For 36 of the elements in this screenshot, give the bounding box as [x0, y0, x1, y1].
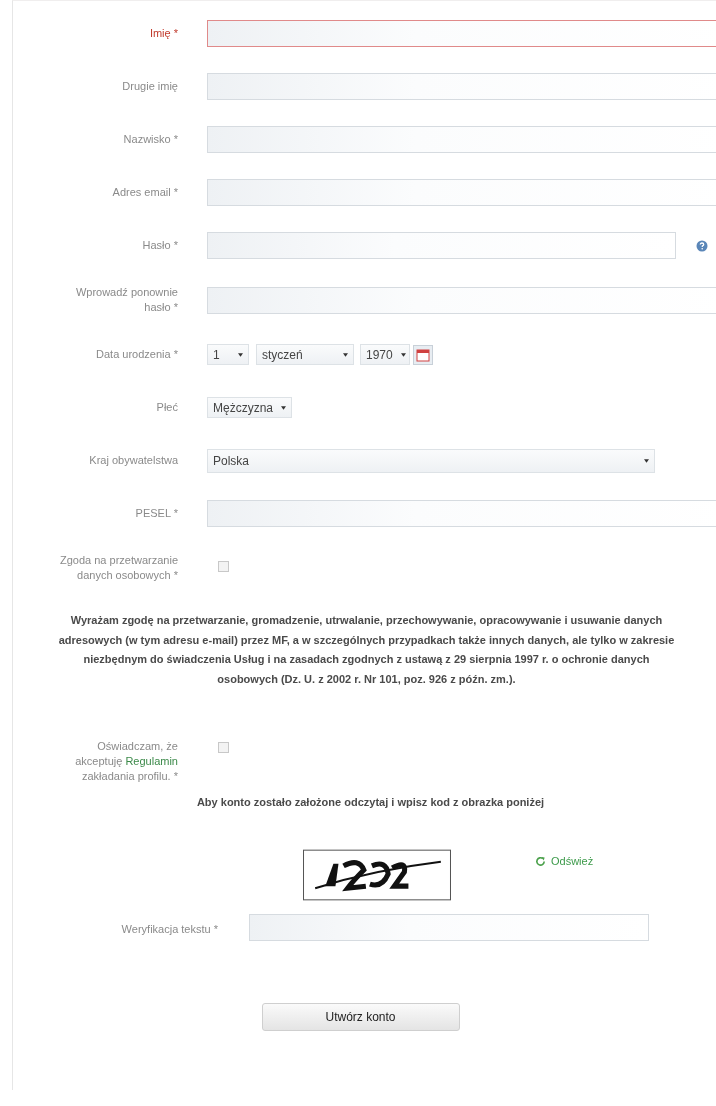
field-label: PESEL *: [134, 506, 178, 521]
checkbox[interactable]: [218, 742, 229, 753]
month-select[interactable]: styczeń: [256, 344, 354, 365]
caret-icon: [343, 352, 348, 357]
caret-icon: [400, 352, 406, 357]
year-select[interactable]: 1970: [360, 344, 410, 365]
help-icon[interactable]: [696, 239, 708, 252]
caret-icon: [238, 352, 243, 357]
field-label: Weryfikacja tekstu *: [120, 922, 218, 937]
field-label: Wprowadź ponownie hasło *: [74, 285, 178, 315]
consent-text: Wyrażam zgodę na przetwarzanie, gromadzenie, utrwalanie, przechowywanie, opracowywanie i usuwanie danych adresowych (w tym adresu e-mail) przez MF, a w szczególnych przypadkach także innych danych, ale tylko w zakresie niezbędnym do świadczenia Usług i na zasadach zgodnych z ustawą z 29 sierpnia 1997 r. o ochronie danych osobowych (Dz. U. z 2002 r. Nr 101, poz. 926 z późn. zm.).: [57, 613, 676, 687]
field-label: Drugie imię: [121, 79, 178, 94]
terms-label: Oświadczam, że akceptuję Regulamin zakładania profilu. *: [74, 739, 178, 784]
field-label: Nazwisko *: [122, 132, 178, 147]
field-label: Kraj obywatelstwa: [88, 453, 178, 468]
dropdown[interactable]: Mężczyzna: [207, 397, 293, 418]
field-label: Zgoda na przetwarzanie danych osobowych *: [59, 553, 178, 583]
dropdown[interactable]: Polska: [207, 448, 655, 473]
field-label: Płeć: [155, 400, 178, 415]
create-account-button[interactable]: Utwórz konto: [261, 1003, 460, 1031]
terms-link[interactable]: Regulamin: [125, 755, 178, 767]
captcha-field[interactable]: [249, 914, 649, 941]
checkbox[interactable]: [218, 561, 229, 572]
field-label: Hasło *: [141, 238, 178, 253]
caret-icon: [281, 405, 287, 410]
calendar-icon[interactable]: [413, 344, 433, 365]
field-label: Imię *: [148, 26, 178, 41]
password-field[interactable]: [207, 232, 676, 259]
refresh-link[interactable]: Odśwież: [535, 855, 594, 867]
field-label: Adres email *: [111, 185, 178, 200]
caret-icon: [644, 458, 649, 463]
captcha-instruction: Aby konto zostało założone odczytaj i wpisz kod z obrazka poniżej: [195, 796, 546, 808]
field-label: Data urodzenia *: [95, 347, 178, 362]
input-field[interactable]: [207, 20, 716, 47]
day-select[interactable]: 1: [207, 344, 249, 365]
refresh-icon: [535, 855, 546, 867]
